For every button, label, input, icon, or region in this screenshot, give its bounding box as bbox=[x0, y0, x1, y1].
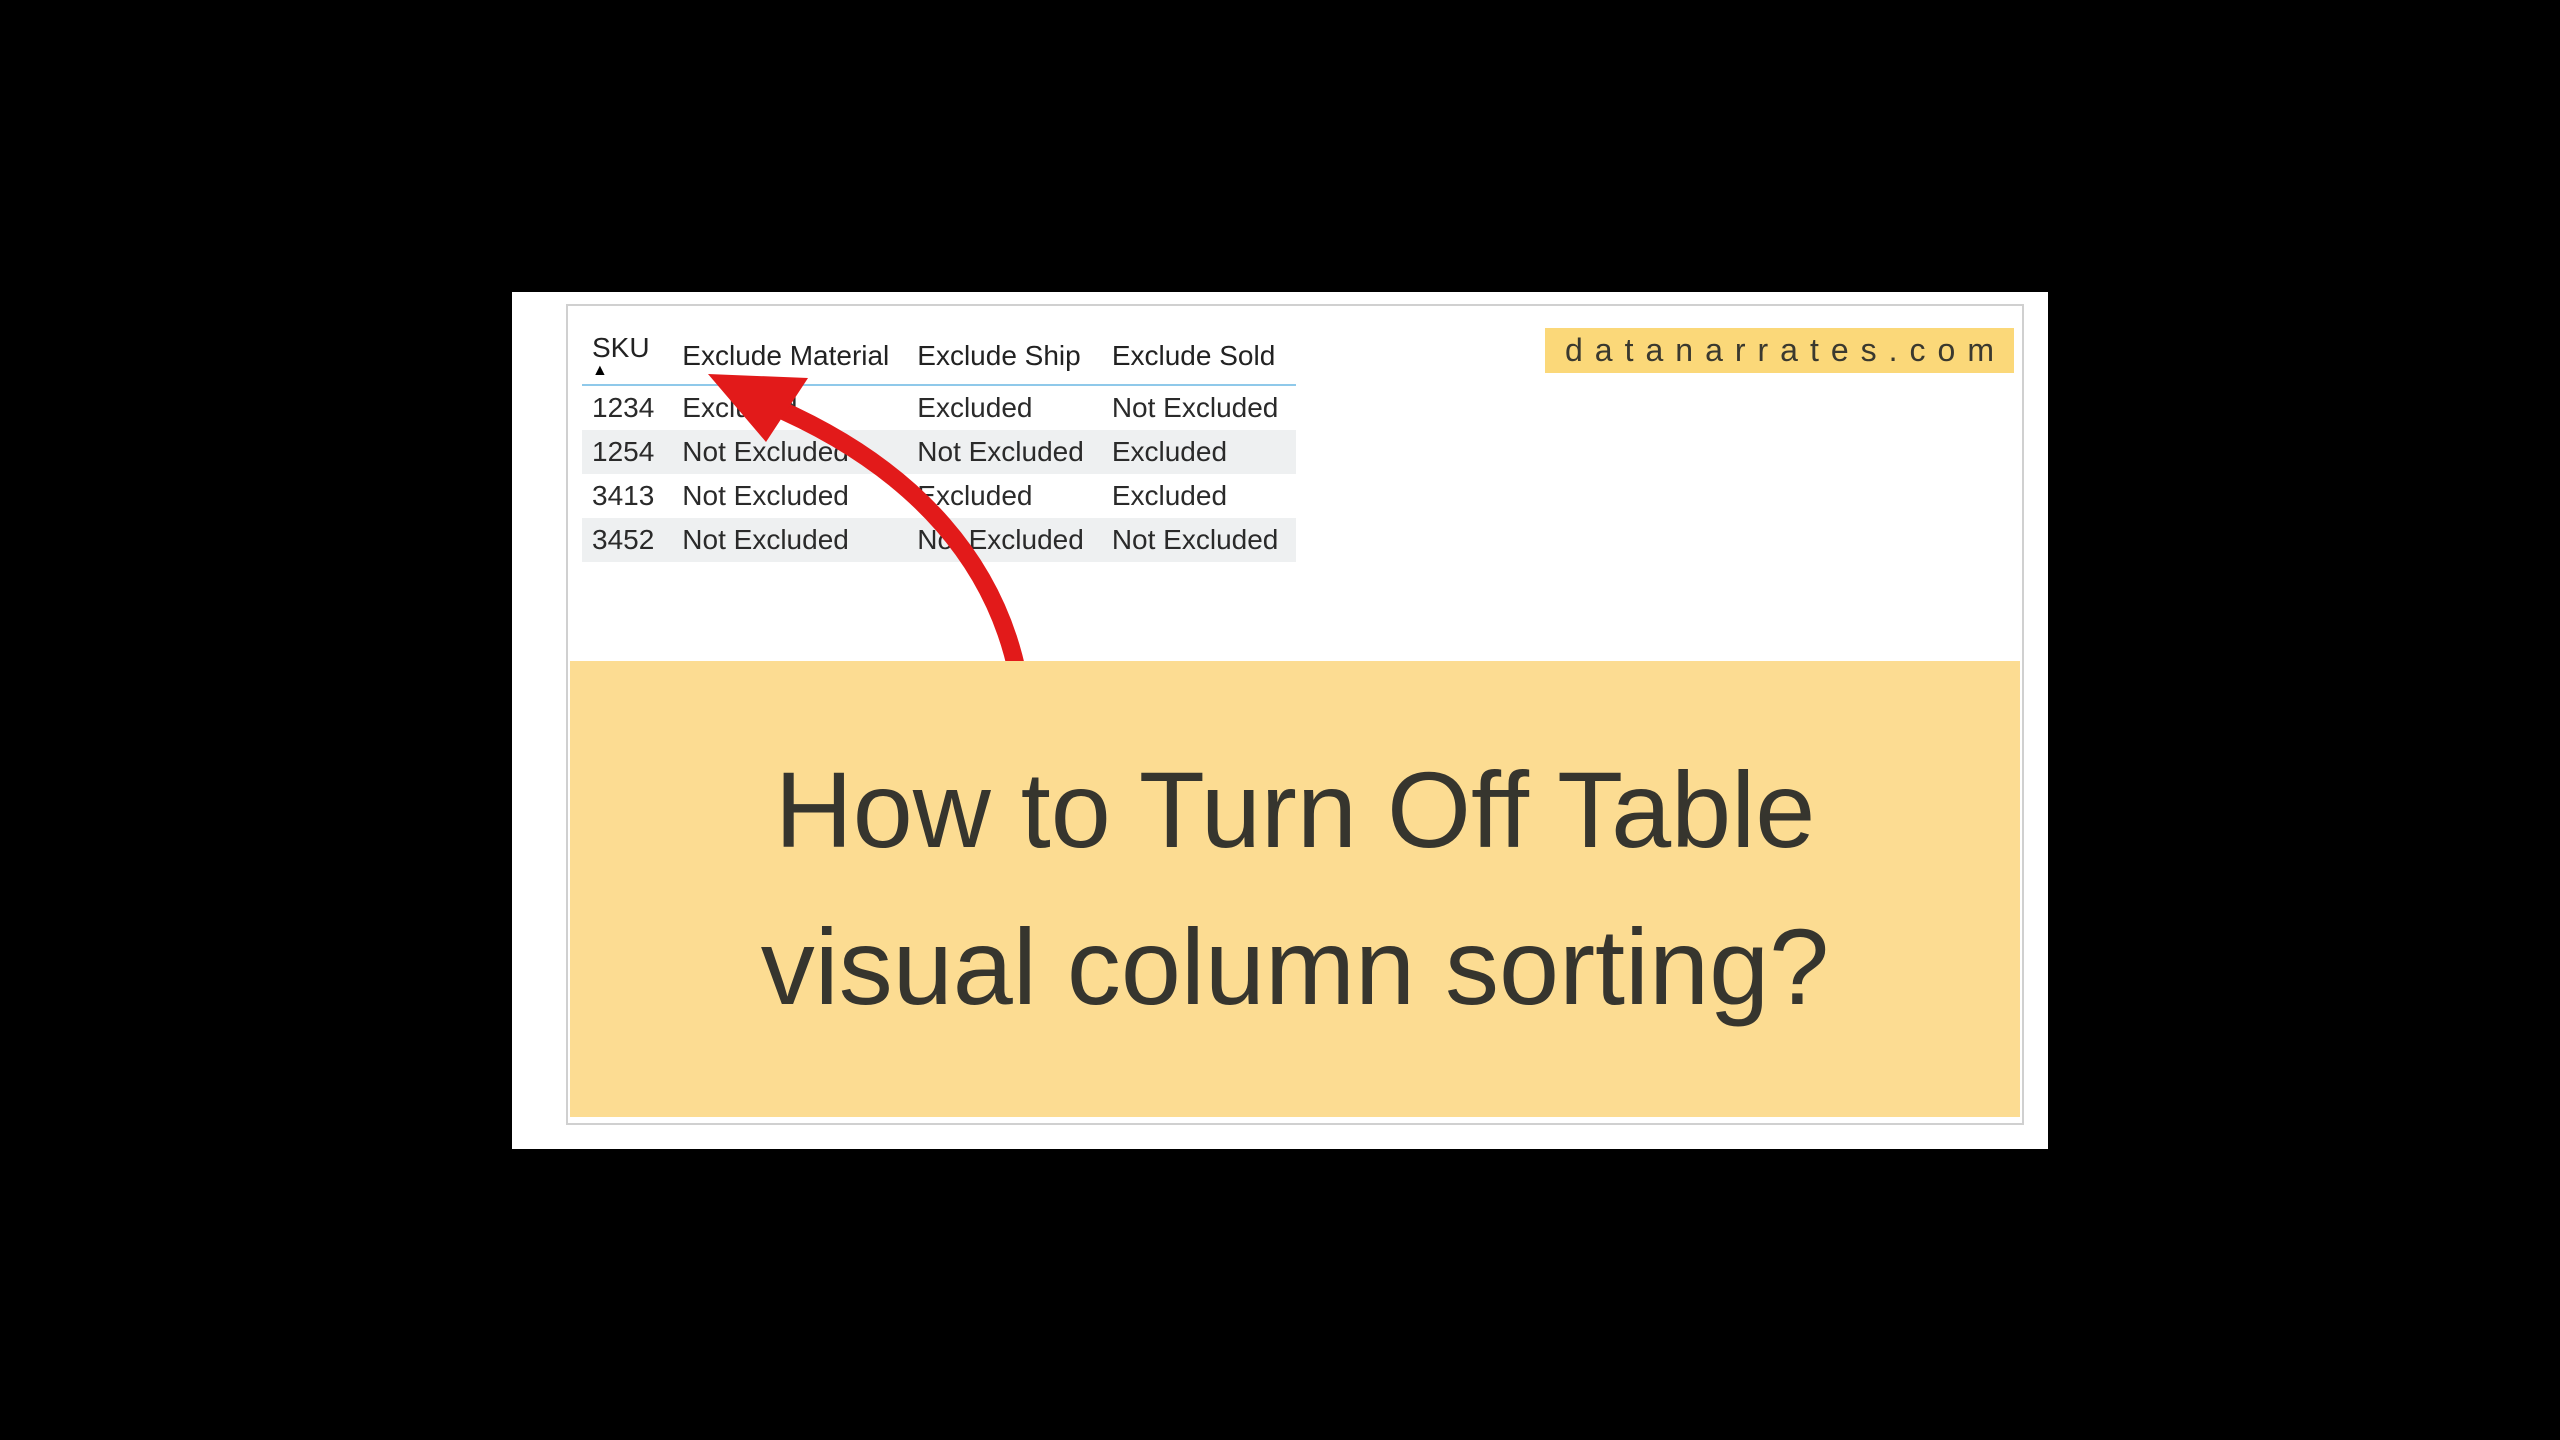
col-exclude-ship[interactable]: Exclude Ship bbox=[907, 328, 1102, 384]
cell-ship: Excluded bbox=[907, 385, 1102, 430]
cell-sku: 1254 bbox=[582, 430, 672, 474]
title-line-1: How to Turn Off Table bbox=[775, 749, 1816, 870]
cell-mat: Not Excluded bbox=[672, 474, 907, 518]
title-line-2: visual column sorting? bbox=[761, 906, 1830, 1027]
cell-sku: 1234 bbox=[582, 385, 672, 430]
brand-watermark: datanarrates.com bbox=[1545, 328, 2014, 373]
col-exclude-sold[interactable]: Exclude Sold bbox=[1102, 328, 1297, 384]
cell-sold: Excluded bbox=[1102, 474, 1297, 518]
table-row: 3452 Not Excluded Not Excluded Not Exclu… bbox=[582, 518, 1296, 562]
cell-sku: 3452 bbox=[582, 518, 672, 562]
cell-sold: Not Excluded bbox=[1102, 518, 1297, 562]
cell-ship: Not Excluded bbox=[907, 518, 1102, 562]
cell-ship: Not Excluded bbox=[907, 430, 1102, 474]
col-exclude-material[interactable]: Exclude Material bbox=[672, 328, 907, 384]
title-banner: How to Turn Off Table visual column sort… bbox=[570, 661, 2020, 1117]
cell-mat: Excluded bbox=[672, 385, 907, 430]
cell-mat: Not Excluded bbox=[672, 430, 907, 474]
table-row: 3413 Not Excluded Excluded Excluded bbox=[582, 474, 1296, 518]
inner-frame: datanarrates.com SKU ▲ Exclude Material … bbox=[566, 304, 2024, 1125]
table-row: 1254 Not Excluded Not Excluded Excluded bbox=[582, 430, 1296, 474]
cell-mat: Not Excluded bbox=[672, 518, 907, 562]
cell-sku: 3413 bbox=[582, 474, 672, 518]
cell-ship: Excluded bbox=[907, 474, 1102, 518]
table-header-row[interactable]: SKU ▲ Exclude Material Exclude Ship Excl… bbox=[582, 328, 1296, 384]
slide-canvas: datanarrates.com SKU ▲ Exclude Material … bbox=[512, 292, 2048, 1149]
data-table: SKU ▲ Exclude Material Exclude Ship Excl… bbox=[582, 328, 1296, 562]
table-row: 1234 Excluded Excluded Not Excluded bbox=[582, 385, 1296, 430]
col-sku[interactable]: SKU ▲ bbox=[582, 328, 672, 384]
sort-asc-icon: ▲ bbox=[592, 362, 654, 380]
cell-sold: Excluded bbox=[1102, 430, 1297, 474]
col-sku-label: SKU bbox=[592, 332, 650, 363]
page-title: How to Turn Off Table visual column sort… bbox=[761, 732, 1830, 1045]
cell-sold: Not Excluded bbox=[1102, 385, 1297, 430]
